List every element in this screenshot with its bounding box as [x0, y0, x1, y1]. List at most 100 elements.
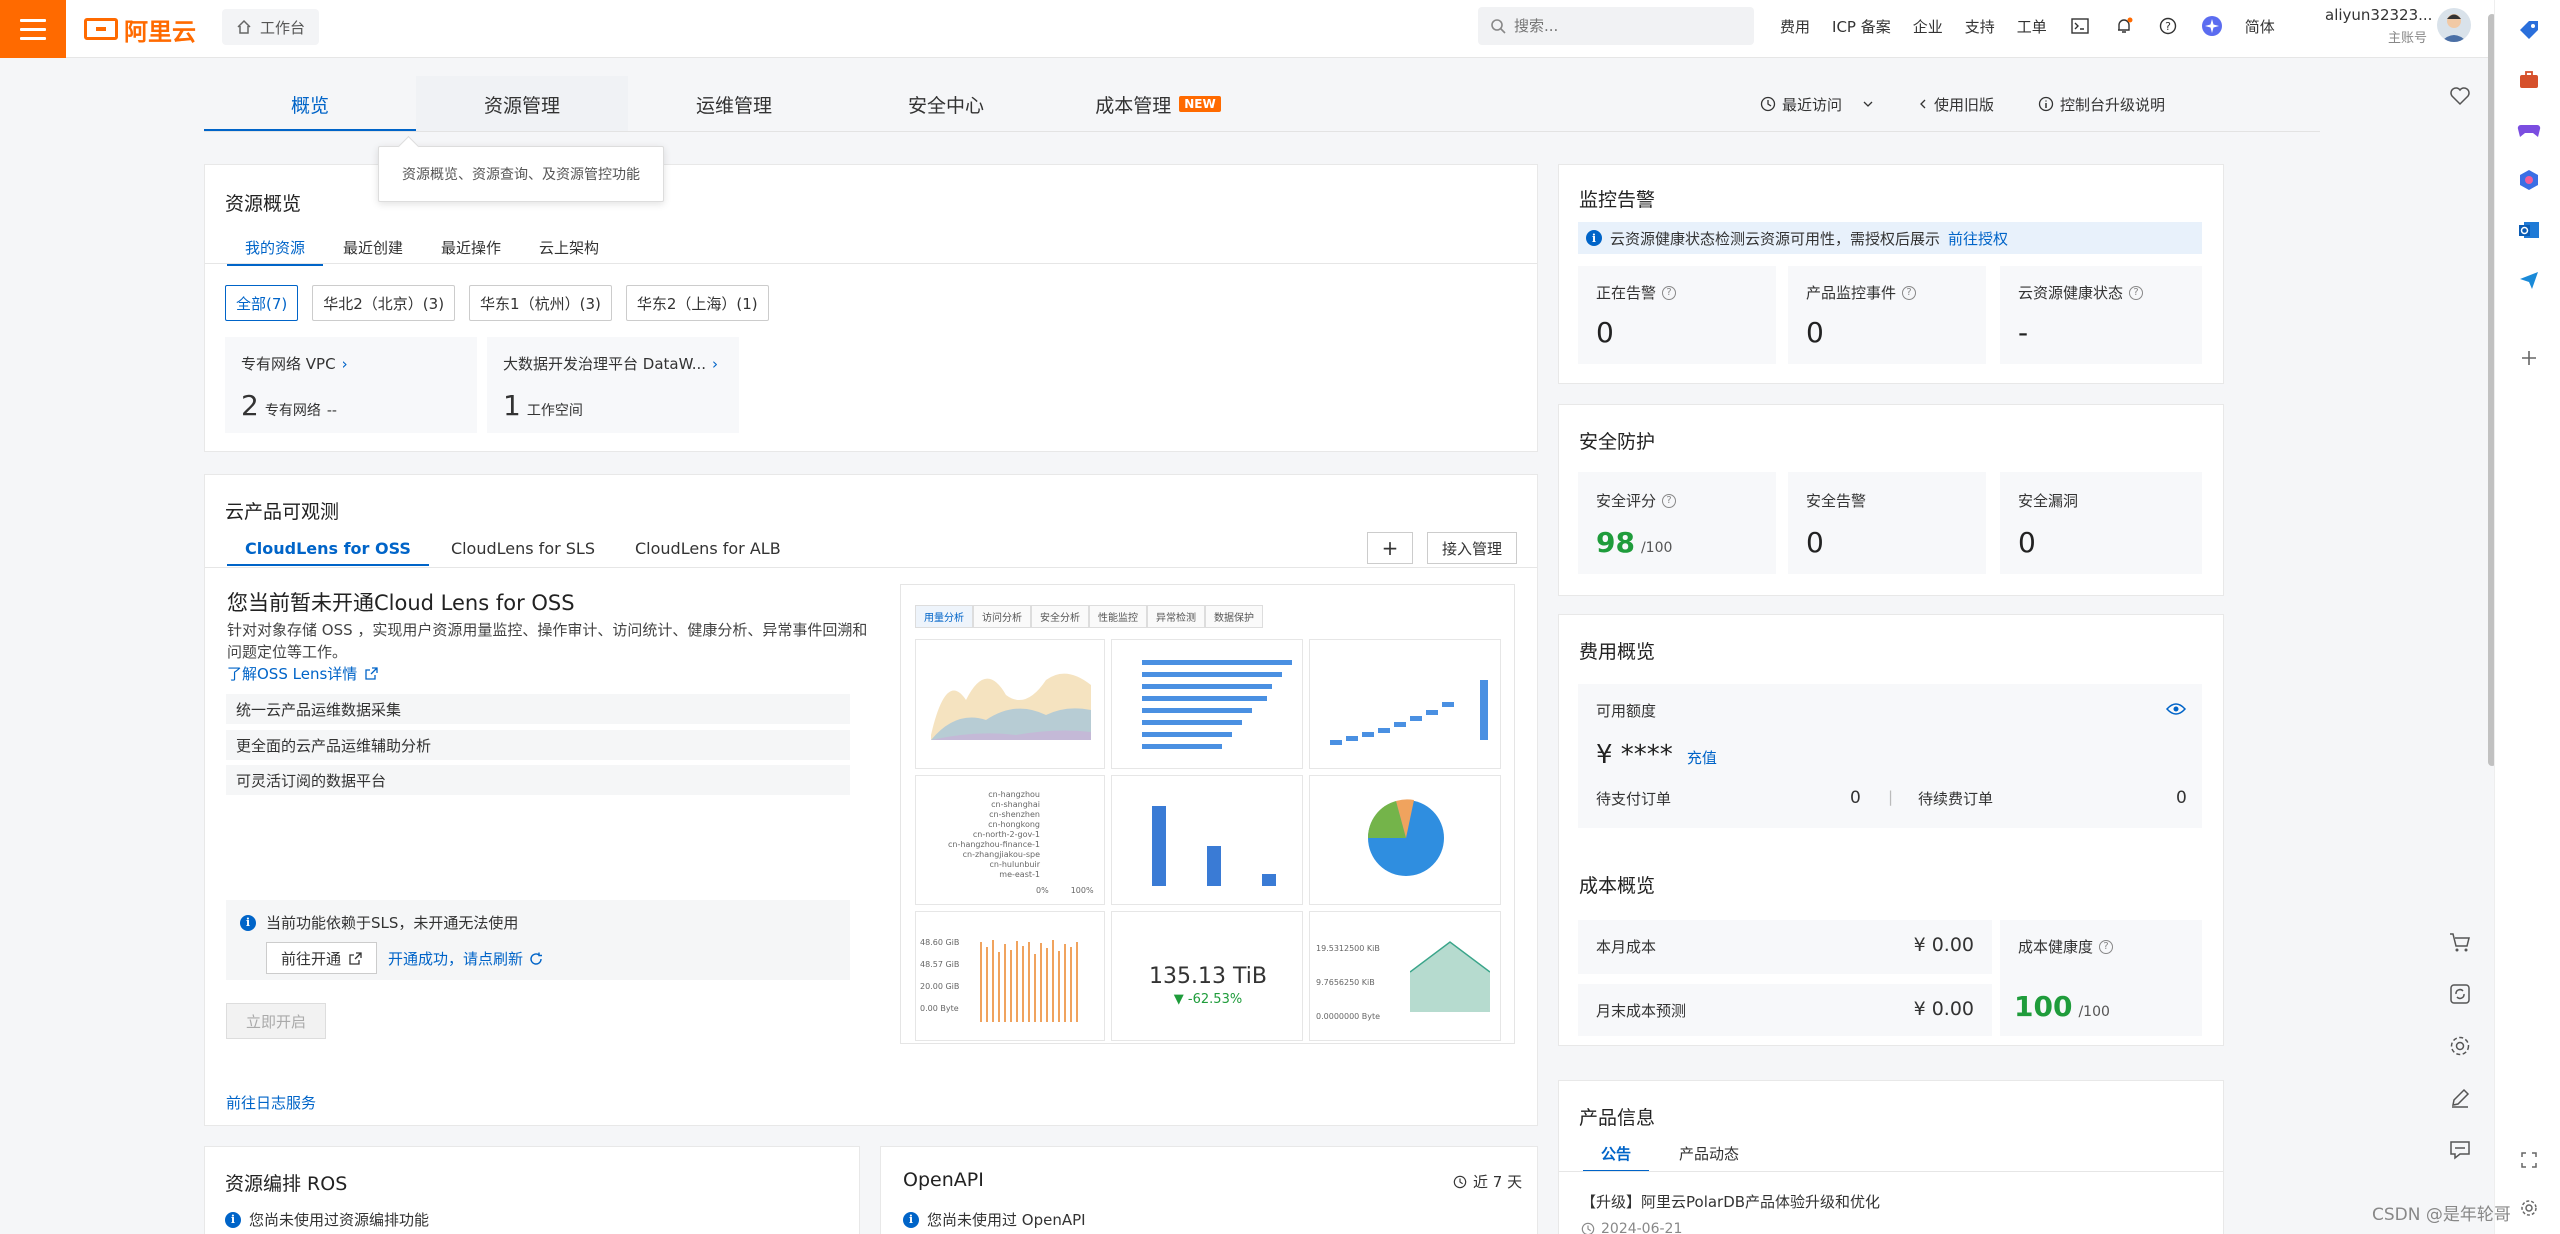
refresh-box-icon[interactable]: [2448, 982, 2472, 1006]
edit-icon[interactable]: [2448, 1086, 2472, 1110]
outlook-icon[interactable]: [2517, 218, 2541, 242]
month-cost-label: 本月成本: [1596, 938, 1657, 956]
chip-beijing[interactable]: 华北2（北京）(3): [312, 285, 456, 321]
main-tabs: 概览 资源管理 运维管理 安全中心 成本管理 NEW: [204, 76, 1534, 132]
briefcase-icon[interactable]: [2517, 68, 2541, 92]
ai-assistant-icon[interactable]: [2201, 15, 2223, 37]
chip-all[interactable]: 全部(7): [225, 285, 299, 321]
recharge-link[interactable]: 充值: [1687, 747, 1717, 768]
stat-monitor-events[interactable]: 产品监控事件? 0: [1788, 266, 1986, 364]
terminal-icon[interactable]: [2069, 15, 2091, 37]
renew-order-value: 0: [2176, 788, 2187, 808]
add-icon[interactable]: [2517, 346, 2541, 370]
subtab-cloudlens-oss[interactable]: CloudLens for OSS: [227, 539, 429, 566]
nav-icp[interactable]: ICP 备案: [1832, 16, 1891, 37]
eye-icon[interactable]: [2166, 702, 2186, 716]
gamepad-icon[interactable]: [2517, 118, 2541, 142]
log-service-link[interactable]: 前往日志服务: [226, 1092, 316, 1113]
chevron-right-icon: ›: [712, 354, 718, 373]
resource-card-dataworks[interactable]: 大数据开发治理平台 DataW... › 1 工作空间: [487, 337, 739, 433]
tab-cost-management[interactable]: 成本管理 NEW: [1052, 76, 1264, 132]
region-label: cn-shenzhen: [989, 810, 1040, 819]
preview-region-bars: cn-hangzhou cn-shanghai cn-shenzhen cn-h…: [915, 775, 1105, 905]
recent-visit-dropdown[interactable]: 最近访问: [1760, 92, 1874, 116]
learn-oss-lens-link[interactable]: 了解OSS Lens详情: [227, 663, 378, 684]
old-version-link[interactable]: 使用旧版: [1918, 92, 1994, 116]
separator: |: [1888, 788, 1894, 806]
search-input[interactable]: [1514, 17, 1734, 35]
stat-security-alerts[interactable]: 安全告警 0: [1788, 472, 1986, 574]
month-cost-box[interactable]: 本月成本 ¥ 0.00 月末成本预测 ¥ 0.00: [1578, 920, 1992, 1036]
chip-shanghai[interactable]: 华东2（上海）(1): [625, 285, 769, 321]
announcement-item[interactable]: 【升级】阿里云PolarDB产品体验升级和优化: [1581, 1191, 1880, 1212]
gear-icon[interactable]: [2517, 1196, 2541, 1220]
openapi-range[interactable]: 近 7 天: [1453, 1171, 1522, 1192]
search-box[interactable]: [1478, 7, 1754, 45]
external-link-icon: [365, 667, 378, 680]
authorize-link[interactable]: 前往授权: [1948, 228, 2008, 249]
tag-icon[interactable]: [2517, 18, 2541, 42]
bell-icon[interactable]: [2113, 15, 2135, 37]
nav-ticket[interactable]: 工单: [2017, 16, 2047, 37]
chip-hangzhou[interactable]: 华东1（杭州）(3): [469, 285, 612, 321]
tab-security-center[interactable]: 安全中心: [840, 76, 1052, 132]
screenshot-icon[interactable]: [2517, 1148, 2541, 1172]
resource-count: 2: [241, 389, 259, 422]
preview-tab: 用量分析: [915, 605, 973, 628]
subtab-cloud-architecture[interactable]: 云上架构: [539, 237, 599, 266]
nav-support[interactable]: 支持: [1965, 16, 1995, 37]
stat-security-score[interactable]: 安全评分? 98/100: [1578, 472, 1776, 574]
nav-enterprise[interactable]: 企业: [1913, 16, 1943, 37]
forecast-cost-value: ¥ 0.00: [1913, 998, 1974, 1020]
preview-hbar-chart: [1111, 639, 1303, 769]
renew-order-label[interactable]: 待续费订单: [1918, 788, 1993, 809]
hamburger-menu-button[interactable]: [0, 0, 66, 58]
copilot-icon[interactable]: [2517, 168, 2541, 192]
stat-health-status[interactable]: 云资源健康状态? -: [2000, 266, 2202, 364]
subtab-my-resources[interactable]: 我的资源: [226, 237, 324, 266]
heart-icon[interactable]: [2448, 84, 2472, 108]
stat-alarming[interactable]: 正在告警? 0: [1578, 266, 1776, 364]
chat-icon[interactable]: [2448, 1138, 2472, 1162]
goto-enable-button[interactable]: 前往开通: [266, 942, 378, 974]
settings-icon[interactable]: [2448, 1034, 2472, 1058]
tab-resource-management[interactable]: 资源管理: [416, 76, 628, 132]
axis-label: 0%: [1036, 886, 1049, 895]
cost-health-box[interactable]: 成本健康度? 100/100: [2000, 920, 2202, 1036]
subtab-cloudlens-sls[interactable]: CloudLens for SLS: [451, 539, 595, 566]
user-info[interactable]: aliyun32323... 主账号: [2325, 6, 2432, 46]
home-icon: [237, 19, 251, 34]
observability-title: 云产品可观测: [225, 501, 340, 523]
upgrade-note-link[interactable]: 控制台升级说明: [2038, 92, 2165, 116]
avatar[interactable]: [2437, 8, 2471, 42]
tabs-divider: [204, 131, 2320, 132]
subtab-recent-created[interactable]: 最近创建: [343, 237, 403, 266]
resource-card-vpc[interactable]: 专有网络 VPC › 2 专有网络 --: [225, 337, 477, 433]
workbench-button[interactable]: 工作台: [222, 9, 320, 45]
tab-ops-management[interactable]: 运维管理: [628, 76, 840, 132]
subtab-cloudlens-alb[interactable]: CloudLens for ALB: [635, 539, 781, 566]
send-icon[interactable]: [2517, 268, 2541, 292]
subtab-product-news[interactable]: 产品动态: [1679, 1143, 1739, 1172]
add-button[interactable]: +: [1367, 532, 1413, 564]
nav-fee[interactable]: 费用: [1780, 16, 1810, 37]
axis-label: 19.5312500 KiB: [1316, 944, 1380, 953]
enable-now-button[interactable]: 立即开启: [226, 1003, 326, 1039]
tab-overview[interactable]: 概览: [204, 76, 416, 132]
top-bar: 阿里云 工作台 费用 ICP 备案 企业 支持 工单 ? 简体 aliyun32…: [0, 0, 2560, 58]
resource-overview-title: 资源概览: [225, 193, 302, 215]
stat-security-vulns[interactable]: 安全漏洞 0: [2000, 472, 2202, 574]
subtab-recent-operations[interactable]: 最近操作: [441, 237, 501, 266]
pending-order-label[interactable]: 待支付订单: [1596, 788, 1671, 809]
aliyun-logo[interactable]: 阿里云: [84, 12, 196, 46]
cart-icon[interactable]: [2448, 930, 2472, 954]
logo-text: 阿里云: [124, 17, 196, 46]
resource-unit: 工作空间: [526, 403, 583, 419]
help-icon[interactable]: ?: [2157, 15, 2179, 37]
access-manage-button[interactable]: 接入管理: [1427, 532, 1518, 564]
pending-order-value: 0: [1850, 788, 1861, 808]
subtab-announcement[interactable]: 公告: [1582, 1143, 1650, 1172]
language-switch[interactable]: 简体: [2245, 16, 2275, 37]
refresh-link[interactable]: 开通成功，请点刷新: [388, 948, 543, 969]
cost-health-value: 100: [2014, 990, 2073, 1023]
